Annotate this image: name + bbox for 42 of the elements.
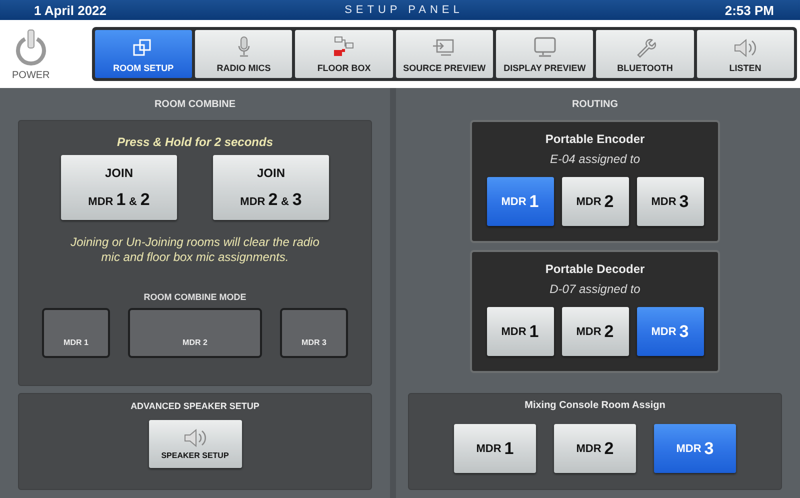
mode-button[interactable]: MDR 2 (128, 308, 262, 358)
speaker-icon (182, 428, 208, 448)
room-button[interactable]: MDR 3 (636, 307, 704, 356)
speaker-icon (732, 38, 758, 58)
nav-tab[interactable]: LISTEN (696, 30, 794, 78)
nav-tab[interactable]: DISPLAY PREVIEW (496, 30, 594, 78)
panel-subtitle: E-04 assigned to (550, 152, 640, 166)
nav-tab[interactable]: RADIO MICS (195, 30, 292, 78)
panel-title: Portable Decoder (545, 262, 645, 276)
panel-subtitle: D-07 assigned to (550, 282, 640, 296)
room-button[interactable]: MDR 1 (486, 177, 554, 226)
speaker-setup-button[interactable]: SPEAKER SETUP (148, 420, 242, 468)
mode-button[interactable]: MDR 1 (42, 308, 110, 358)
room-button[interactable]: MDR 3 (654, 424, 736, 473)
power-button[interactable]: POWER (12, 27, 50, 81)
panel-title: Mixing Console Room Assign (524, 400, 666, 411)
power-icon (14, 27, 48, 67)
warning-text: Joining or Un-Joining rooms will clear the radio mic and floor box mic assignments. (70, 235, 320, 265)
mode-button[interactable]: MDR 3 (280, 308, 348, 358)
section-title: ROOM COMBINE MODE (144, 292, 246, 302)
room-button[interactable]: MDR 2 (562, 307, 628, 356)
hint-text: Press & Hold for 2 seconds (116, 135, 274, 149)
room-button[interactable]: MDR 1 (486, 307, 554, 356)
room-button[interactable]: MDR 1 (454, 424, 536, 473)
join-button[interactable]: JOIN MDR 2 & 3 (213, 155, 329, 220)
nav-tab[interactable]: BLUETOOTH (596, 30, 694, 78)
panel-title: Portable Encoder (545, 132, 645, 146)
join-button[interactable]: JOIN MDR 1 & 2 (61, 155, 177, 220)
microphone-icon (236, 36, 251, 58)
window-title: SETUP PANEL (344, 4, 464, 16)
monitor-icon (532, 36, 557, 58)
section-title: ROOM COMBINE (154, 98, 236, 112)
nav-tab[interactable]: SOURCE PREVIEW (396, 30, 494, 78)
section-title: ROUTING (572, 98, 618, 112)
section-title: ADVANCED SPEAKER SETUP (130, 401, 260, 411)
room-button[interactable]: MDR 2 (554, 424, 636, 473)
room-button[interactable]: MDR 2 (562, 177, 628, 226)
time-label: 2:53 PM (724, 2, 774, 18)
nav-tab[interactable]: ROOM SETUP (94, 30, 192, 78)
nav-tab[interactable]: FLOOR BOX (295, 30, 393, 78)
date-label: 1 April 2022 (34, 2, 108, 18)
room-button[interactable]: MDR 3 (636, 177, 704, 226)
